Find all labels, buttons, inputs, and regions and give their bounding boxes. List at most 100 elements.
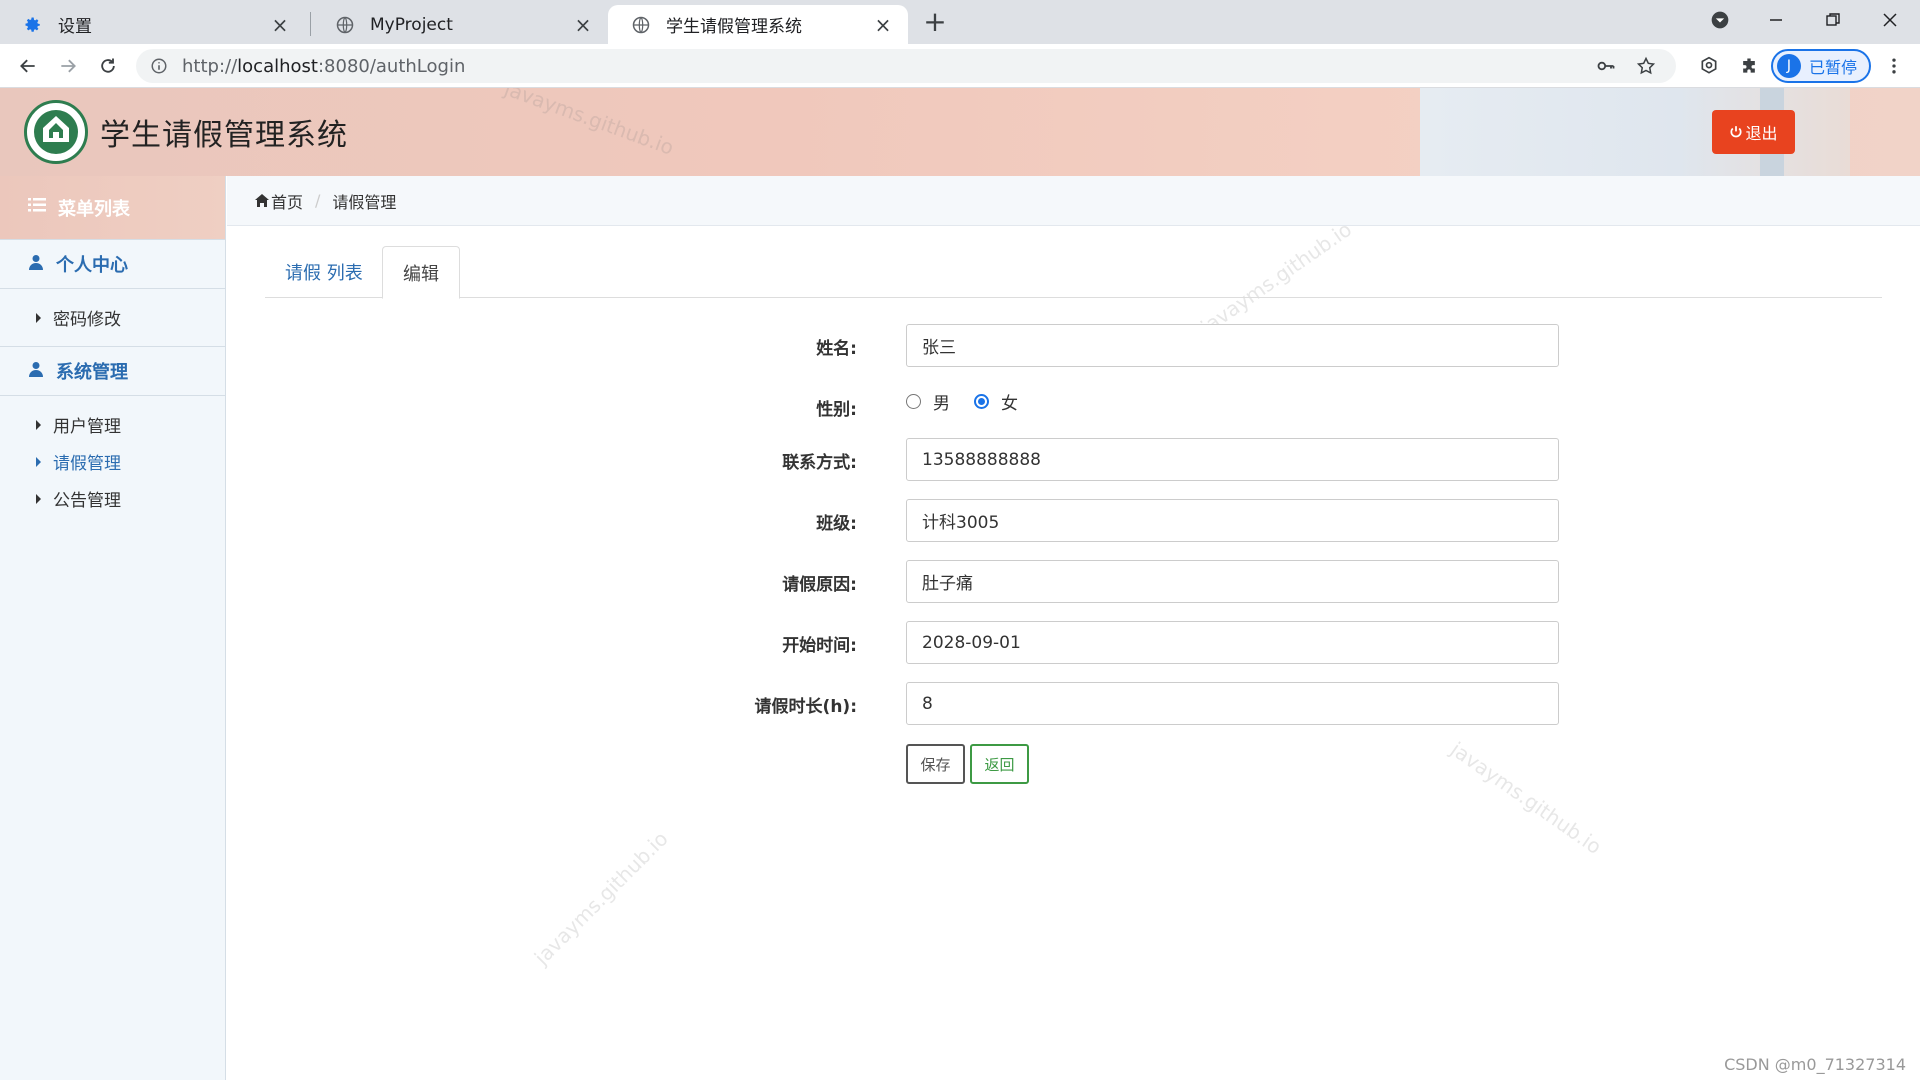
gear-icon — [22, 14, 44, 36]
url-host: localhost — [237, 55, 318, 77]
address-bar[interactable]: http://localhost:8080/authLogin — [136, 49, 1676, 83]
sidebar-item-label: 密码修改 — [53, 310, 121, 330]
sidebar-sub-list: 用户管理 请假管理 公告管理 — [0, 396, 225, 527]
sidebar: 菜单列表 个人中心 密码修改 系统管理 用户管理 请假管理 公告管理 — [0, 176, 226, 1080]
content-tabs: 请假 列表 编辑 — [265, 246, 1882, 299]
reason-field[interactable]: 肚子痛 — [906, 560, 1559, 603]
class-field[interactable]: 计科3005 — [906, 499, 1559, 542]
app-title: 学生请假管理系统 — [100, 118, 348, 153]
csdn-watermark: CSDN @m0_71327314 — [1724, 1055, 1906, 1074]
start-time-field[interactable]: 2028-09-01 — [906, 621, 1559, 664]
breadcrumb: 首页 / 请假管理 — [227, 176, 1920, 226]
breadcrumb-current: 请假管理 — [332, 192, 397, 212]
back-button[interactable]: 返回 — [970, 744, 1029, 784]
breadcrumb-separator: / — [315, 191, 321, 210]
reload-icon[interactable] — [92, 50, 124, 82]
sidebar-item-password[interactable]: 密码修改 — [0, 299, 225, 336]
extension-icon[interactable] — [1693, 50, 1725, 82]
sidebar-group-label: 系统管理 — [56, 362, 128, 383]
browser-tab-bar: 设置 × MyProject × 学生请假管理系统 × + — [0, 0, 1920, 44]
caret-right-icon — [36, 419, 41, 430]
tab-title: MyProject — [370, 14, 453, 35]
tab-search-icon[interactable] — [1700, 4, 1740, 36]
tab-leave-list[interactable]: 请假 列表 — [265, 246, 383, 298]
back-arrow-icon[interactable] — [12, 50, 44, 82]
forward-arrow-icon[interactable] — [52, 50, 84, 82]
user-icon — [28, 361, 44, 382]
sidebar-item-notice[interactable]: 公告管理 — [0, 480, 225, 517]
url-path: :8080/authLogin — [317, 55, 466, 77]
logout-label: 退出 — [1745, 124, 1778, 143]
sidebar-item-users[interactable]: 用户管理 — [0, 406, 225, 443]
sidebar-group-personal[interactable]: 个人中心 — [0, 239, 225, 289]
gender-option-label: 男 — [933, 394, 950, 414]
sidebar-sub-list: 密码修改 — [0, 289, 225, 346]
browser-toolbar: http://localhost:8080/authLogin J 已暂停 — [0, 44, 1920, 88]
caret-right-icon — [36, 312, 41, 323]
sidebar-menu-title: 菜单列表 — [58, 198, 130, 220]
browser-tab-myproject[interactable]: MyProject × — [312, 5, 608, 44]
breadcrumb-home[interactable]: 首页 — [271, 189, 303, 213]
close-icon[interactable]: × — [872, 14, 894, 36]
gender-radio-male[interactable] — [906, 394, 921, 409]
caret-right-icon — [36, 456, 41, 467]
university-logo — [24, 100, 88, 164]
user-icon — [28, 254, 44, 275]
globe-icon — [630, 14, 652, 36]
close-icon[interactable]: × — [269, 14, 291, 36]
duration-field[interactable]: 8 — [906, 682, 1559, 725]
sidebar-menu-header: 菜单列表 — [0, 176, 225, 239]
list-icon — [28, 197, 46, 218]
minimize-icon[interactable] — [1756, 4, 1796, 36]
close-window-icon[interactable] — [1870, 4, 1910, 36]
sidebar-item-leave[interactable]: 请假管理 — [0, 443, 225, 480]
sidebar-group-label: 个人中心 — [56, 255, 128, 276]
sidebar-item-label: 用户管理 — [53, 417, 121, 437]
name-label: 姓名: — [816, 339, 857, 359]
info-icon[interactable] — [150, 57, 168, 75]
more-menu-icon[interactable] — [1878, 50, 1910, 82]
close-icon[interactable]: × — [572, 14, 594, 36]
tab-title: 学生请假管理系统 — [666, 17, 802, 37]
browser-tab-active[interactable]: 学生请假管理系统 × — [608, 5, 908, 44]
reason-label: 请假原因: — [782, 575, 857, 595]
watermark-text: javayms.github.io — [501, 88, 678, 160]
gender-option-label: 女 — [1001, 394, 1018, 414]
key-icon[interactable] — [1596, 56, 1616, 76]
duration-label: 请假时长(h): — [754, 697, 857, 717]
profile-button[interactable]: J 已暂停 — [1771, 49, 1871, 83]
caret-right-icon — [36, 493, 41, 504]
new-tab-button[interactable]: + — [920, 8, 950, 38]
app-header: 学生请假管理系统 javayms.github.io 退出 — [0, 88, 1920, 176]
class-label: 班级: — [816, 514, 857, 534]
bookmark-star-icon[interactable] — [1636, 56, 1656, 76]
sidebar-group-system[interactable]: 系统管理 — [0, 346, 225, 396]
browser-tab-settings[interactable]: 设置 × — [0, 5, 305, 44]
profile-status-label: 已暂停 — [1809, 58, 1858, 77]
watermark-text: javayms.github.io — [529, 826, 673, 970]
power-icon — [1730, 126, 1743, 138]
main-content: javayms.github.io javayms.github.io java… — [227, 217, 1920, 1080]
save-button[interactable]: 保存 — [906, 744, 965, 784]
gender-label: 性别: — [816, 400, 857, 420]
watermark-text: javayms.github.io — [1446, 737, 1607, 859]
tab-separator — [310, 12, 311, 36]
contact-field[interactable]: 13588888888 — [906, 438, 1559, 481]
gender-radio-female[interactable] — [974, 394, 989, 409]
contact-label: 联系方式: — [782, 453, 857, 473]
logo-emblem-icon — [34, 110, 78, 154]
puzzle-icon[interactable] — [1733, 50, 1765, 82]
tab-edit[interactable]: 编辑 — [382, 246, 460, 299]
globe-icon — [334, 14, 356, 36]
avatar: J — [1777, 54, 1801, 78]
home-icon[interactable] — [255, 194, 269, 207]
restore-icon[interactable] — [1813, 4, 1853, 36]
name-field[interactable]: 张三 — [906, 324, 1559, 367]
start-time-label: 开始时间: — [782, 636, 857, 656]
gender-radio-group: 男 女 — [906, 389, 1042, 414]
url-prefix: http:// — [182, 55, 238, 77]
logout-button[interactable]: 退出 — [1712, 110, 1795, 154]
sidebar-item-label: 请假管理 — [53, 454, 121, 474]
sidebar-item-label: 公告管理 — [53, 491, 121, 511]
tab-title: 设置 — [58, 17, 92, 37]
